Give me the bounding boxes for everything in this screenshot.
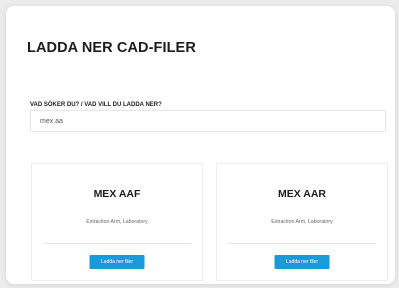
product-card-mex-aaf: MEX AAF Extraction Arm, Laboratory Ladda… [31, 163, 203, 281]
download-files-button[interactable]: Ladda ner filer [89, 255, 145, 269]
cad-download-card: LADDA NER CAD-FILER VAD SÖKER DU? / VAD … [6, 6, 395, 284]
product-description: Extraction Arm, Laboratory [86, 219, 148, 225]
product-name: MEX AAF [93, 188, 141, 200]
product-description: Extraction Arm, Laboratory [271, 219, 333, 225]
product-card-mex-aar: MEX AAR Extraction Arm, Laboratory Ladda… [216, 163, 388, 281]
product-divider [228, 243, 376, 244]
search-input[interactable] [30, 110, 386, 132]
search-label: VAD SÖKER DU? / VAD VILL DU LADDA NER? [30, 102, 162, 108]
product-divider [43, 243, 191, 244]
download-files-button[interactable]: Ladda ner filer [274, 255, 330, 269]
product-name: MEX AAR [277, 188, 327, 200]
page-title: LADDA NER CAD-FILER [27, 40, 196, 56]
